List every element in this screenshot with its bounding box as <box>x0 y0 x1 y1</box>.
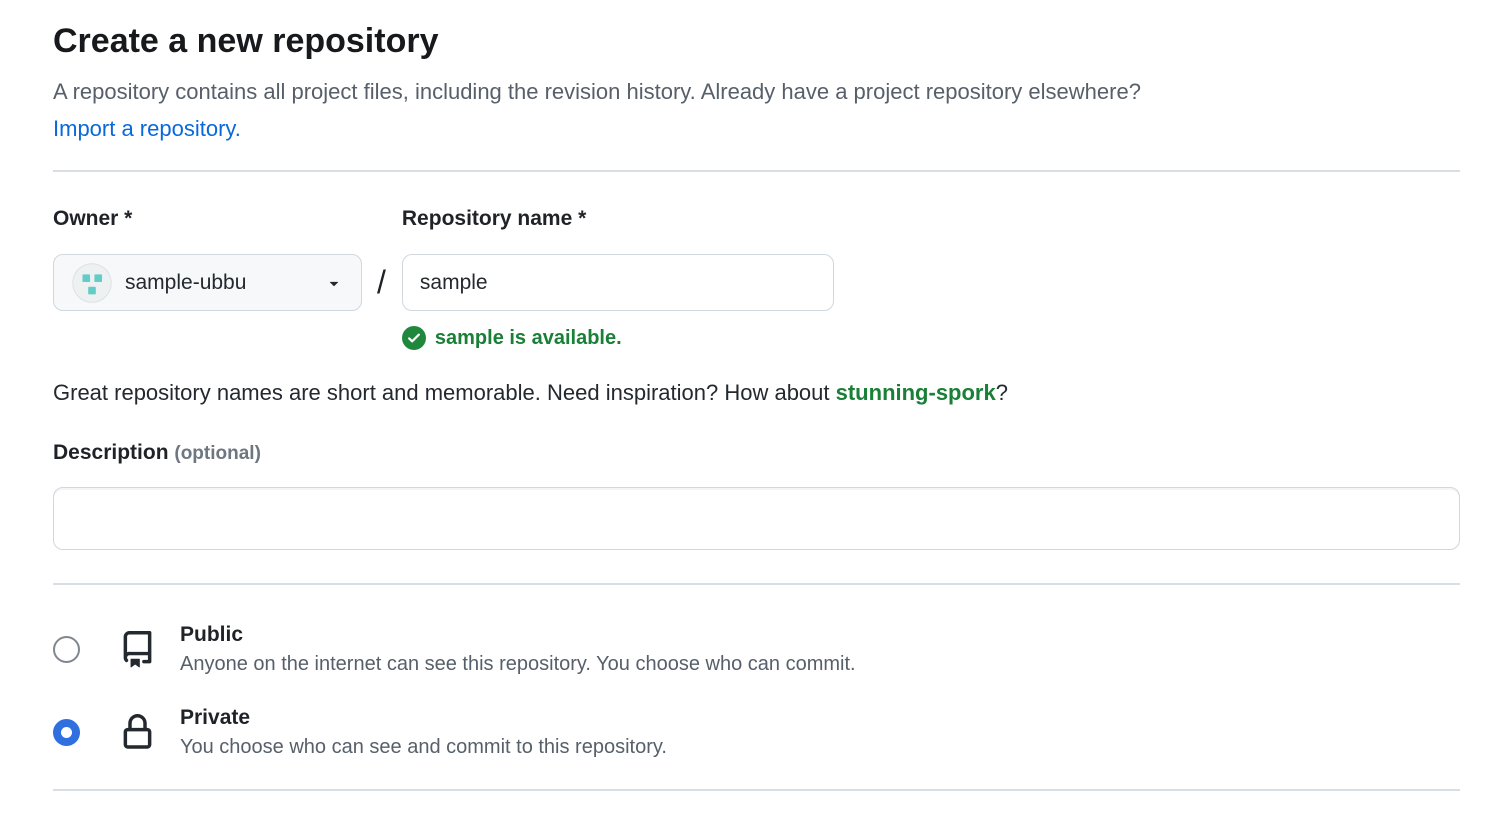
owner-field: Owner * sample-ubbu <box>53 206 362 350</box>
owner-repo-row: Owner * sample-ubbu / Repository name * <box>53 206 1460 350</box>
public-radio[interactable] <box>53 636 80 663</box>
availability-message: sample is available. <box>435 327 622 350</box>
suggested-name-link[interactable]: stunning-spork <box>836 380 996 405</box>
name-suggestion-text: Great repository names are short and mem… <box>53 380 1460 406</box>
private-option-label: Private <box>180 705 667 731</box>
owner-selected-value: sample-ubbu <box>125 271 246 295</box>
page-title: Create a new repository <box>53 20 1460 63</box>
private-option-description: You choose who can see and commit to thi… <box>180 735 667 759</box>
divider <box>53 583 1460 585</box>
public-option-text: Public Anyone on the internet can see th… <box>180 622 856 676</box>
private-option-text: Private You choose who can see and commi… <box>180 705 667 759</box>
name-availability-status: sample is available. <box>402 326 834 350</box>
description-input[interactable] <box>53 487 1460 550</box>
create-repository-page: Create a new repository A repository con… <box>0 0 1496 791</box>
chevron-down-icon <box>325 274 343 292</box>
repository-name-field: Repository name * sample is available. <box>402 206 834 350</box>
public-option-label: Public <box>180 622 856 648</box>
suggestion-suffix: ? <box>996 380 1008 405</box>
lock-icon <box>119 714 156 751</box>
repo-book-icon <box>119 631 156 668</box>
description-label-text: Description <box>53 441 169 464</box>
repository-name-label: Repository name * <box>402 206 834 232</box>
owner-avatar <box>72 263 112 303</box>
owner-repo-separator: / <box>362 206 402 350</box>
public-option-description: Anyone on the internet can see this repo… <box>180 652 856 676</box>
owner-label: Owner * <box>53 206 362 232</box>
owner-dropdown[interactable]: sample-ubbu <box>53 254 362 311</box>
repository-name-input[interactable] <box>402 254 834 311</box>
page-subtitle: A repository contains all project files,… <box>53 76 1460 108</box>
private-radio[interactable] <box>53 719 80 746</box>
description-optional-note: (optional) <box>174 443 261 464</box>
visibility-option-public[interactable]: Public Anyone on the internet can see th… <box>53 622 1460 676</box>
divider <box>53 170 1460 172</box>
import-repository-link[interactable]: Import a repository. <box>53 116 241 142</box>
suggestion-prefix: Great repository names are short and mem… <box>53 380 836 405</box>
check-circle-icon <box>402 326 426 350</box>
divider <box>53 789 1460 791</box>
description-label: Description (optional) <box>53 440 1460 467</box>
visibility-option-private[interactable]: Private You choose who can see and commi… <box>53 705 1460 759</box>
